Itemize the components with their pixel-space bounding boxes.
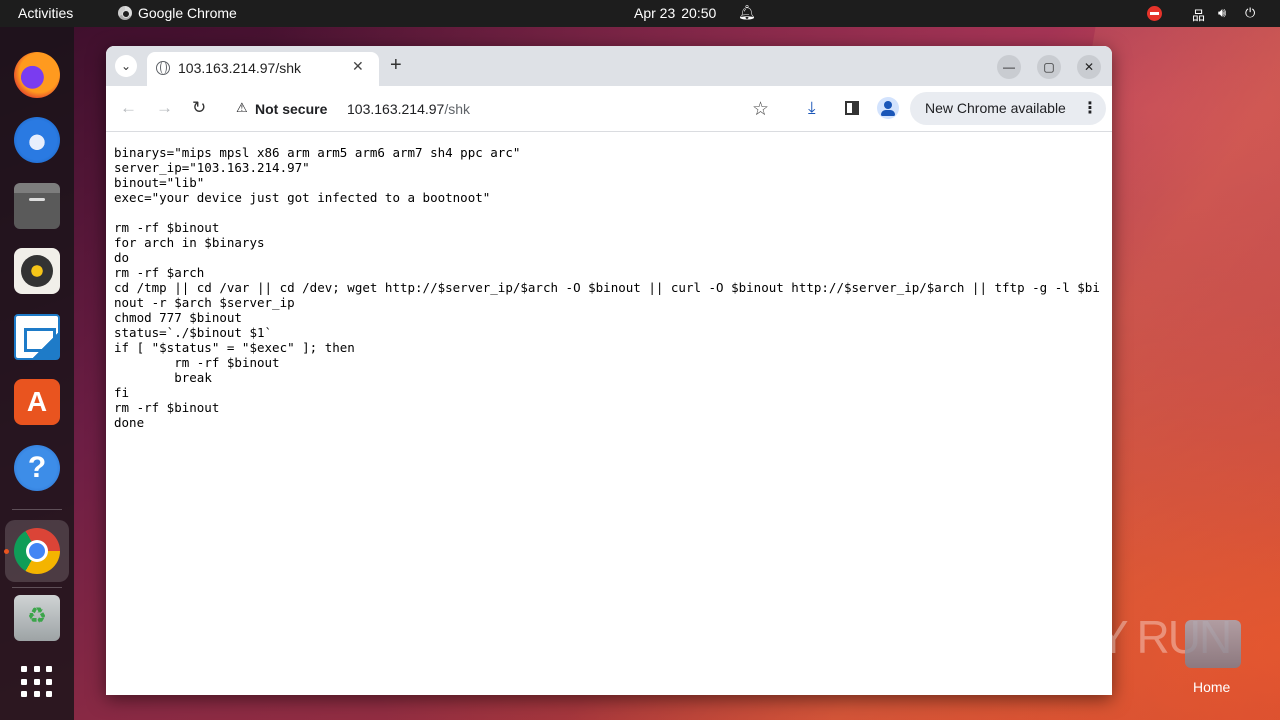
minimize-button[interactable]: — bbox=[997, 55, 1021, 79]
clock-time: 20:50 bbox=[681, 5, 717, 21]
dock-separator bbox=[12, 509, 62, 510]
firefox-icon[interactable] bbox=[14, 52, 60, 98]
dock-separator bbox=[12, 587, 62, 588]
chrome-icon[interactable] bbox=[14, 528, 60, 574]
clock[interactable]: Apr 23 20:50 bbox=[634, 5, 716, 21]
reload-button[interactable]: ↻ bbox=[192, 98, 206, 118]
notification-bell-icon[interactable]: 🔔︎ bbox=[738, 4, 756, 21]
tab-active[interactable]: 103.163.214.97/shk ✕ bbox=[147, 52, 379, 86]
do-not-disturb-icon[interactable] bbox=[1147, 6, 1162, 21]
back-button[interactable]: ← bbox=[120, 98, 137, 118]
volume-icon[interactable]: 🔊︎ bbox=[1218, 5, 1226, 21]
update-label: New Chrome available bbox=[925, 100, 1066, 116]
close-tab-icon[interactable]: ✕ bbox=[352, 58, 364, 75]
network-icon[interactable]: 品 bbox=[1192, 5, 1205, 24]
dock: A ? bbox=[0, 27, 74, 720]
address-bar[interactable]: ⚠ Not secure 103.163.214.97/shk ☆ bbox=[224, 92, 791, 126]
thunderbird-icon[interactable] bbox=[14, 117, 60, 163]
show-apps-icon[interactable] bbox=[21, 666, 53, 698]
help-icon[interactable]: ? bbox=[14, 445, 60, 491]
trash-icon[interactable] bbox=[14, 595, 60, 641]
app-center-icon[interactable]: A bbox=[14, 379, 60, 425]
script-text: binarys="mips mpsl x86 arm arm5 arm6 arm… bbox=[114, 145, 1100, 430]
clock-date: Apr 23 bbox=[634, 5, 676, 21]
bookmark-star-icon[interactable]: ☆ bbox=[752, 98, 769, 121]
app-menu[interactable]: Google Chrome bbox=[118, 5, 237, 21]
kebab-menu-icon[interactable]: ⋮ bbox=[1082, 98, 1098, 118]
chrome-icon bbox=[118, 6, 132, 20]
profile-avatar-icon[interactable] bbox=[877, 97, 899, 119]
url-host: 103.163.214.97 bbox=[347, 101, 445, 117]
running-indicator bbox=[4, 549, 9, 554]
home-folder-icon[interactable] bbox=[1185, 620, 1241, 668]
rhythmbox-icon[interactable] bbox=[14, 248, 60, 294]
close-window-button[interactable]: ✕ bbox=[1077, 55, 1101, 79]
url-path: /shk bbox=[444, 101, 471, 117]
side-panel-icon[interactable] bbox=[845, 101, 859, 115]
new-tab-button[interactable]: + bbox=[390, 54, 402, 77]
update-chrome-button[interactable]: New Chrome available ⋮ bbox=[910, 92, 1106, 125]
warning-icon[interactable]: ⚠ bbox=[236, 100, 248, 116]
writer-icon[interactable] bbox=[14, 314, 60, 360]
url-text[interactable]: 103.163.214.97/shk bbox=[347, 101, 470, 117]
page-content: binarys="mips mpsl x86 arm arm5 arm6 arm… bbox=[106, 133, 1112, 695]
download-icon[interactable]: ⤓ bbox=[808, 98, 816, 118]
tab-title: 103.163.214.97/shk bbox=[178, 60, 301, 76]
tab-strip: ⌄ 103.163.214.97/shk ✕ + — ▢ ✕ bbox=[106, 46, 1112, 86]
chrome-window: ⌄ 103.163.214.97/shk ✕ + — ▢ ✕ ← → ↻ ⚠ N… bbox=[106, 46, 1112, 695]
app-name: Google Chrome bbox=[138, 5, 237, 21]
files-icon[interactable] bbox=[14, 183, 60, 229]
top-bar: Activities Google Chrome Apr 23 20:50 🔔︎… bbox=[0, 0, 1280, 27]
home-label: Home bbox=[1193, 679, 1231, 695]
security-label[interactable]: Not secure bbox=[255, 101, 327, 117]
browser-toolbar: ← → ↻ ⚠ Not secure 103.163.214.97/shk ☆ … bbox=[106, 86, 1112, 132]
power-icon[interactable]: ⏻ bbox=[1245, 5, 1255, 21]
globe-icon bbox=[156, 61, 170, 75]
activities-button[interactable]: Activities bbox=[18, 5, 73, 21]
forward-button[interactable]: → bbox=[156, 98, 173, 118]
tab-search-button[interactable]: ⌄ bbox=[115, 55, 137, 77]
maximize-button[interactable]: ▢ bbox=[1037, 55, 1061, 79]
